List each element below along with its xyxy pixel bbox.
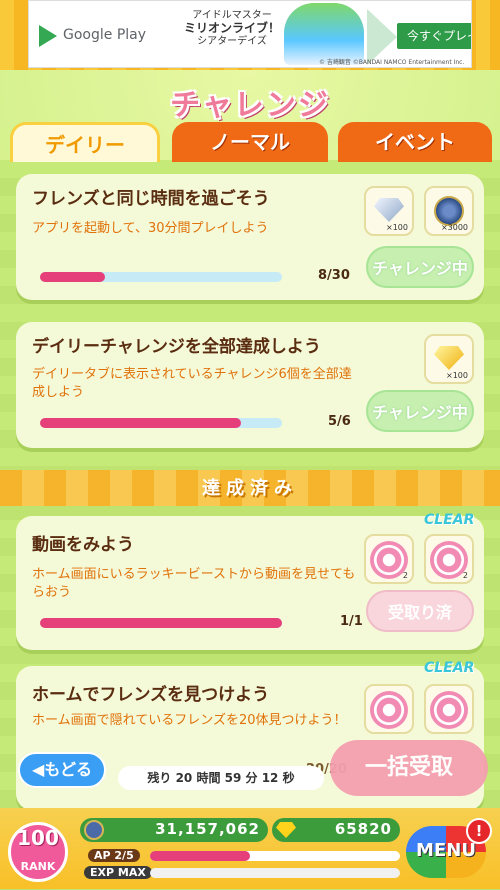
reward-item[interactable]: 2 [364, 534, 414, 584]
progress-text: 5/6 [328, 414, 351, 429]
reward-item[interactable]: 2 [424, 534, 474, 584]
back-arrow-icon: ◀ [32, 760, 45, 779]
challenge-in-progress-button[interactable]: チャレンジ中 [366, 246, 474, 288]
clear-badge: CLEAR [424, 512, 475, 528]
challenge-title: ホームでフレンズを見つけよう [32, 685, 270, 705]
coin-icon [434, 196, 464, 226]
rank-number: 100 [17, 826, 59, 850]
gem-amount: 65820 [334, 820, 392, 838]
ap-fill [150, 851, 250, 861]
page-title: チャレンジ [170, 88, 330, 123]
received-button[interactable]: 受取り済 [366, 590, 474, 632]
reward-count: ×100 [386, 223, 408, 232]
challenge-title: デイリーチャレンジを全部達成しよう [32, 337, 321, 357]
ad-banner[interactable]: Google Play アイドルマスター ミリオンライブ！ シアターデイズ 今す… [28, 0, 472, 68]
ad-play-button[interactable]: 今すぐプレイ [397, 23, 471, 49]
challenge-desc: ホーム画面で隠れているフレンズを20体見つけよう！ [32, 713, 347, 728]
reward-count: ×3000 [440, 223, 468, 232]
rank-label: RANK [20, 860, 56, 873]
silver-gem-icon [374, 198, 404, 222]
challenge-desc: ホーム画面にいるラッキービーストから動画を見せてもらおう [32, 567, 356, 600]
challenge-title: フレンズと同じ時間を過ごそう [32, 189, 270, 209]
tab-normal[interactable]: ノーマル [172, 122, 328, 162]
challenge-desc: デイリータブに表示されているチャレンジ6個を全部達成しよう [32, 367, 352, 400]
bulk-receive-button[interactable]: 一括受取 [330, 740, 488, 796]
ad-store-label: Google Play [63, 27, 147, 43]
challenge-title: 動画をみよう [32, 535, 134, 555]
tab-event[interactable]: イベント [338, 122, 492, 162]
lucky-beast-icon [430, 691, 468, 729]
google-play-icon [39, 25, 57, 47]
progress-text: 1/1 [340, 614, 363, 629]
reward-item[interactable] [424, 684, 474, 734]
tab-daily[interactable]: デイリー [10, 122, 160, 162]
ap-label: AP 2/5 [88, 849, 140, 862]
progress-text: 8/30 [318, 268, 350, 283]
reward-count: 2 [402, 571, 408, 580]
back-button-label: もどる [44, 760, 92, 779]
ad-title-line2: ミリオンライブ！ [183, 21, 280, 35]
alert-icon: ! [466, 818, 492, 844]
ad-character-image [284, 3, 364, 65]
coin-icon [84, 820, 104, 840]
reset-timer: 残り 20 時間 59 分 12 秒 [118, 766, 324, 790]
challenge-desc: アプリを起動して、30分間プレイしよう [32, 221, 269, 236]
reward-item[interactable]: ×100 [424, 334, 474, 384]
clear-badge: CLEAR [424, 660, 475, 676]
back-button[interactable]: ◀もどる [18, 752, 106, 788]
coin-amount: 31,157,062 [155, 820, 260, 838]
completed-section-label: 達成済み [202, 478, 298, 499]
reward-item[interactable]: ×3000 [424, 186, 474, 236]
lucky-beast-icon [370, 691, 408, 729]
progress-fill [40, 418, 241, 428]
reward-item[interactable] [364, 684, 414, 734]
reward-item[interactable]: ×100 [364, 186, 414, 236]
ad-title-line3: シアターデイズ [197, 36, 267, 47]
gold-gem-icon [434, 346, 464, 370]
reward-count: ×100 [446, 371, 468, 380]
ad-copyright: © 吉崎観音 ©BANDAI NAMCO Entertainment Inc. [319, 59, 465, 66]
exp-label: EXP MAX [84, 866, 152, 879]
challenge-in-progress-button[interactable]: チャレンジ中 [366, 390, 474, 432]
ad-title: アイドルマスター ミリオンライブ！ シアターデイズ [177, 9, 287, 48]
progress-fill [40, 618, 282, 628]
progress-fill [40, 272, 105, 282]
exp-track [150, 868, 400, 878]
reward-count: 2 [462, 571, 468, 580]
